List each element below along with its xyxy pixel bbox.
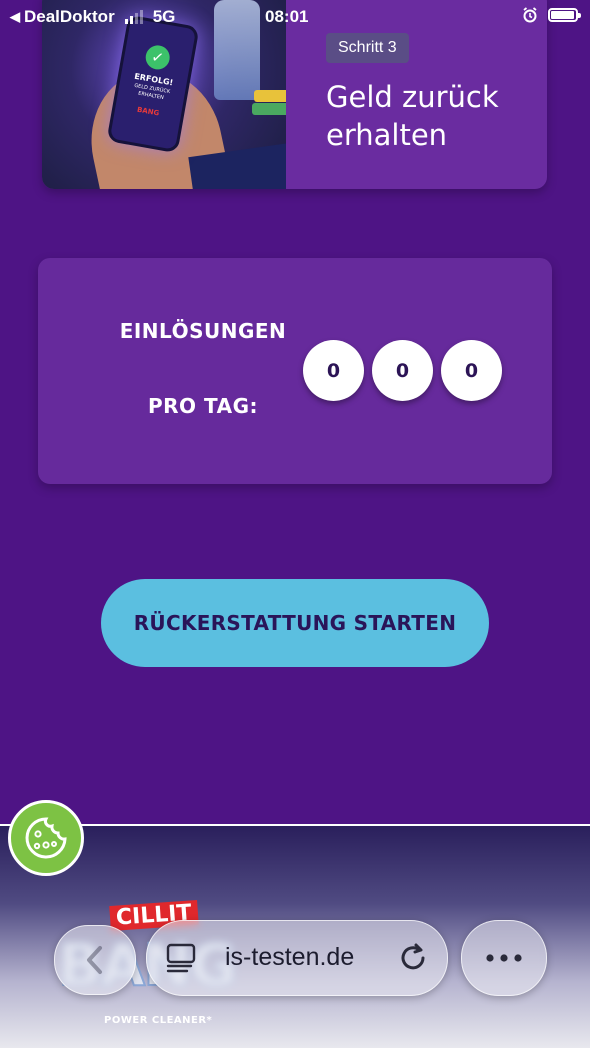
step-badge: Schritt 3: [326, 33, 409, 63]
url-text: is-testen.de: [225, 943, 355, 971]
reload-icon[interactable]: [397, 941, 429, 973]
address-bar[interactable]: is-testen.de: [146, 920, 448, 996]
redemption-counter-card: EINLÖSUNGEN PRO TAG: 0 0 0: [38, 258, 552, 484]
counter-digit: 0: [303, 340, 364, 401]
checkmark-icon: ✓: [143, 43, 172, 72]
cookie-icon: [25, 817, 67, 859]
phone-brand: BANG: [136, 105, 160, 118]
start-refund-button[interactable]: RÜCKERSTATTUNG STARTEN: [101, 579, 489, 667]
alarm-icon: [523, 7, 537, 23]
back-arrow-icon: ◀: [10, 9, 20, 24]
back-app-label: DealDoktor: [24, 7, 115, 26]
divider: [0, 824, 590, 826]
counter-label: EINLÖSUNGEN PRO TAG:: [78, 320, 328, 417]
signal-icon: [124, 10, 143, 24]
counter-label-line2: PRO TAG:: [147, 394, 258, 418]
status-bar: ◀ DealDoktor 5G 08:01: [0, 0, 590, 34]
battery-icon: [548, 8, 581, 22]
counter-digit: 0: [372, 340, 433, 401]
chevron-left-icon: [87, 946, 102, 974]
more-options-button[interactable]: [461, 920, 547, 996]
reader-tabs-icon[interactable]: [165, 943, 199, 973]
counter-digit: 0: [441, 340, 502, 401]
browser-back-button[interactable]: [54, 925, 136, 995]
more-icon: [486, 954, 522, 962]
cookie-settings-button[interactable]: [8, 800, 84, 876]
step-title: Geld zurück erhalten: [326, 80, 499, 152]
counter-digits: 0 0 0: [303, 340, 502, 401]
logo-tagline: POWER CLEANER*: [104, 1015, 213, 1026]
network-label: 5G: [152, 7, 176, 26]
back-to-app[interactable]: ◀ DealDoktor 5G: [10, 7, 175, 27]
counter-label-line1: EINLÖSUNGEN: [119, 319, 287, 343]
clock: 08:01: [265, 7, 309, 26]
